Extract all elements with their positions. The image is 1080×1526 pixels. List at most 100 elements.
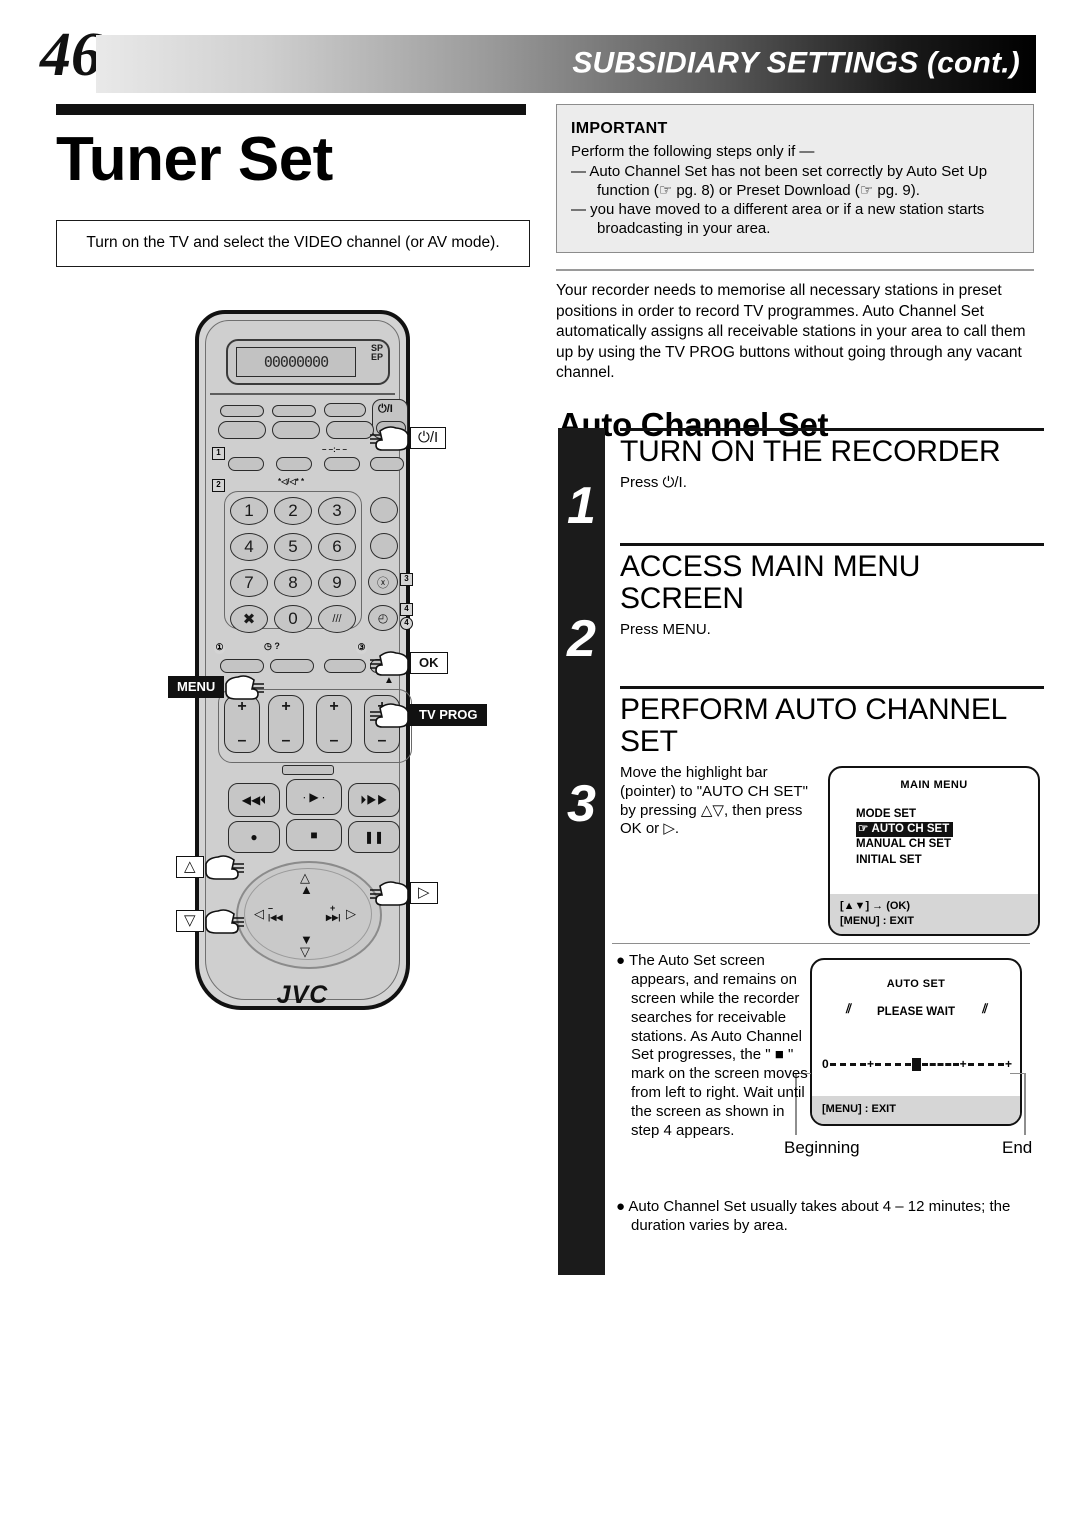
key-2[interactable]: 2 <box>274 497 312 525</box>
step-heading: ACCESS MAIN MENU SCREEN <box>620 550 921 616</box>
auto-set-progress: 0 + + + <box>822 1056 1012 1072</box>
note-item: ● Auto Channel Set usually takes about 4… <box>616 1198 1051 1236</box>
auto-set-footer: [MENU] : EXIT <box>812 1095 1020 1124</box>
step-number-bar <box>558 428 605 1275</box>
note-text: The Auto Set screen appears, and remains… <box>628 952 808 1140</box>
menu-item-auto-ch-set[interactable]: ☞ AUTO CH SET <box>856 822 1038 838</box>
step-number: 1 <box>567 477 596 535</box>
menu-item-manual-ch-set[interactable]: MANUAL CH SET <box>856 837 1038 852</box>
key-9[interactable]: 9 <box>318 569 356 597</box>
dpad-up-icon[interactable]: ▲ <box>300 883 313 896</box>
key-shift[interactable]: /// <box>318 605 356 633</box>
important-item: — you have moved to a different area or … <box>571 201 985 238</box>
manual-page: 46 SUBSIDIARY SETTINGS (cont.) Tuner Set… <box>0 0 1080 1526</box>
remote-button-top-2[interactable] <box>272 405 316 417</box>
clock-help-label: ◷ ? <box>264 641 280 651</box>
important-intro: Perform the following steps only if — <box>571 143 815 161</box>
remote-updown-1[interactable]: + – <box>224 695 260 753</box>
remote-updown-2[interactable]: + – <box>268 695 304 753</box>
timer-dash-label: – –:– – <box>322 445 347 454</box>
key-6[interactable]: 6 <box>318 533 356 561</box>
remote-menu-button[interactable] <box>220 659 264 673</box>
remote-side-button-1[interactable] <box>370 497 398 523</box>
mute-label: *◁/◁* * <box>278 477 305 486</box>
remote-button-menu-row-2[interactable] <box>270 659 314 673</box>
callout-menu: MENU <box>168 672 266 702</box>
fast-forward-button[interactable]: ⏵▶▶ <box>348 783 400 817</box>
callout-power: ⏻/I <box>368 423 447 453</box>
callout-dpad-right-label: ▷ <box>410 881 438 905</box>
step-rule <box>620 428 1044 431</box>
key-4[interactable]: 4 <box>230 533 268 561</box>
record-button[interactable]: ● <box>228 821 280 853</box>
plus-label-3: + <box>329 698 339 715</box>
key-0[interactable]: 0 <box>274 605 312 633</box>
remote-button-row1-3[interactable] <box>326 421 374 439</box>
key-cancel[interactable]: ✖ <box>230 605 268 633</box>
scale-leader-right-vertical <box>1024 1073 1026 1135</box>
running-header-title: SUBSIDIARY SETTINGS (cont.) <box>572 46 1020 80</box>
progress-tick: + <box>867 1057 875 1071</box>
remote-badge-4-circle: 4 <box>400 617 413 630</box>
minus-label-3: – <box>329 732 339 749</box>
remote-updown-3[interactable]: + – <box>316 695 352 753</box>
progress-dash <box>922 1062 959 1066</box>
remote-timer-button[interactable]: ◴ <box>368 605 398 631</box>
remote-button-top-1[interactable] <box>220 405 264 417</box>
panel-divider <box>210 393 395 395</box>
callout-ok-label: OK <box>410 651 448 675</box>
dpad-right-icon[interactable]: ▷ <box>346 907 356 920</box>
remote-button-row2-4[interactable] <box>370 457 404 471</box>
step-body: Press ⏻/I. <box>620 474 687 492</box>
callout-dpad-right: ▷ <box>368 878 438 908</box>
main-menu-footer-nav: [▲▼] → (OK) <box>840 900 911 913</box>
callout-tv-prog: TV PROG <box>368 700 487 730</box>
callout-menu-label: MENU <box>168 675 225 699</box>
remote-button-row2-2[interactable] <box>276 457 312 471</box>
menu-item-initial-set[interactable]: INITIAL SET <box>856 853 1038 868</box>
pointing-hand-icon <box>368 878 410 908</box>
key-8[interactable]: 8 <box>274 569 312 597</box>
rewind-button[interactable]: ◀◀⏴ <box>228 783 280 817</box>
menu-item-mode-set[interactable]: MODE SET <box>856 807 1038 822</box>
remote-side-button-2[interactable] <box>370 533 398 559</box>
remote-badge-1: 1 <box>212 447 225 460</box>
progress-start-label: 0 <box>822 1057 829 1071</box>
pause-button[interactable]: ❚❚ <box>348 821 400 853</box>
main-menu-list: MODE SET ☞ AUTO CH SET MANUAL CH SET INI… <box>856 807 1038 868</box>
note-text: Auto Channel Set usually takes about 4 –… <box>628 1198 1011 1234</box>
step-2: ACCESS MAIN MENU SCREEN Press MENU. <box>620 543 1048 640</box>
callout-dpad-up-label: △ <box>176 855 204 879</box>
dpad-left-icon[interactable]: ◁ <box>254 907 264 920</box>
key-7[interactable]: 7 <box>230 569 268 597</box>
key-1[interactable]: 1 <box>230 497 268 525</box>
scale-label-end: End <box>1002 1138 1033 1157</box>
key-5[interactable]: 5 <box>274 533 312 561</box>
remote-button-menu-row-3[interactable] <box>324 659 366 673</box>
remote-button-top-3[interactable] <box>324 403 366 417</box>
main-menu-screen: MAIN MENU MODE SET ☞ AUTO CH SET MANUAL … <box>828 766 1040 936</box>
remote-button-row2-1[interactable] <box>228 457 264 471</box>
brand-logo: JVC <box>276 981 329 1009</box>
remote-button-row2-3[interactable] <box>324 457 360 471</box>
progress-dash <box>829 1062 866 1066</box>
play-button[interactable]: ∙ ▶ ∙ <box>286 779 342 815</box>
remote-audio-button[interactable]: ⓧ <box>368 569 398 595</box>
minus-label-1: – <box>237 732 247 749</box>
key-3[interactable]: 3 <box>318 497 356 525</box>
lcd-mode-indicators: SP EP <box>371 343 383 363</box>
remote-badge-1-circle: ① <box>214 642 225 654</box>
note-item: ● The Auto Set screen appears, and remai… <box>616 952 813 1141</box>
remote-control-illustration: 00000000 SP EP ⏻/I 1 – –:– – *◁/◁* * 2 1… <box>150 300 550 1040</box>
remote-button-row1-2[interactable] <box>272 421 320 439</box>
pointing-hand-icon <box>368 648 410 678</box>
progress-tick: + <box>1004 1057 1012 1071</box>
section-divider <box>556 269 1034 271</box>
auto-set-screen: AUTO SET ⫽ PLEASE WAIT ⫽ 0 + + + [MENU] … <box>810 958 1022 1126</box>
remote-slot-button[interactable] <box>282 765 334 775</box>
stop-button[interactable]: ■ <box>286 819 342 851</box>
power-symbol-label: ⏻/I <box>378 403 393 415</box>
progress-marker <box>912 1057 922 1071</box>
progress-tick: + <box>959 1057 967 1071</box>
remote-button-row1-1[interactable] <box>218 421 266 439</box>
